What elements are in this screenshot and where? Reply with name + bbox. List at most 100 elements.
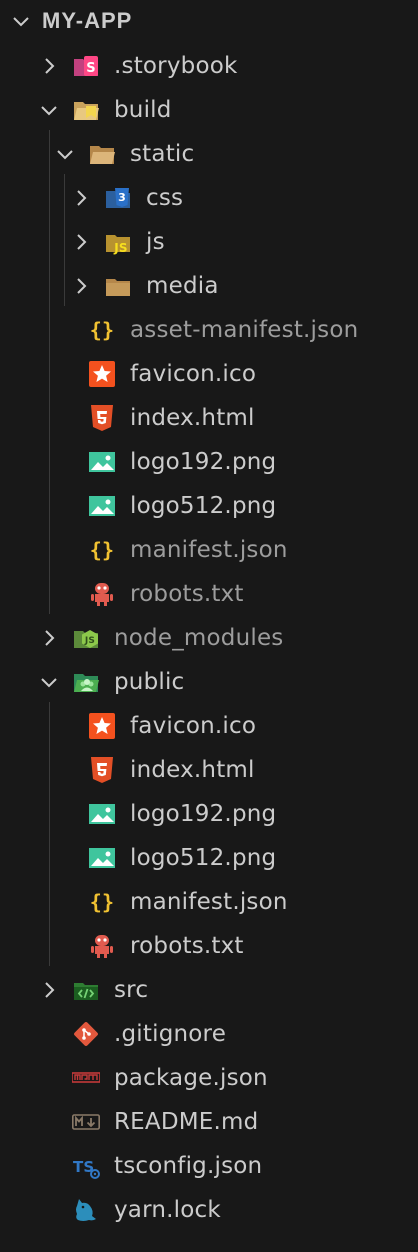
- tree-item-label: .gitignore: [114, 1021, 227, 1047]
- npm-icon: [72, 1064, 100, 1092]
- tree-item-label: src: [114, 977, 149, 1003]
- tree-item-public-logo512-file[interactable]: logo512.png: [0, 836, 418, 880]
- favicon-star-icon: [88, 712, 116, 740]
- src-folder-icon: [72, 976, 100, 1004]
- chevron-right-icon[interactable]: [36, 977, 62, 1003]
- explorer-root-header[interactable]: MY-APP: [0, 0, 418, 44]
- yarn-icon: [72, 1196, 100, 1224]
- chevron-right-icon[interactable]: [68, 185, 94, 211]
- tree-item-label: build: [114, 97, 172, 123]
- chevron-down-icon[interactable]: [36, 97, 62, 123]
- tree-item-public-logo192-file[interactable]: logo192.png: [0, 792, 418, 836]
- node-folder-icon: JS: [72, 624, 100, 652]
- tree-item-label: media: [146, 273, 219, 299]
- markdown-icon: [72, 1108, 100, 1136]
- json-braces-icon: {}: [88, 888, 116, 916]
- tree-item-label: js: [146, 229, 165, 255]
- tree-item-src-folder[interactable]: src: [0, 968, 418, 1012]
- tree-item-label: logo192.png: [130, 801, 277, 827]
- image-icon: [88, 448, 116, 476]
- image-icon: [88, 800, 116, 828]
- image-icon: [88, 492, 116, 520]
- tree-item-label: static: [130, 141, 195, 167]
- root-folder-title: MY-APP: [42, 8, 133, 33]
- folder-icon: [104, 272, 132, 300]
- svg-text:JS: JS: [113, 241, 128, 255]
- tree-item-tsconfig-file[interactable]: TS tsconfig.json: [0, 1144, 418, 1188]
- json-braces-icon: {}: [88, 316, 116, 344]
- tree-item-public-manifest-file[interactable]: {} manifest.json: [0, 880, 418, 924]
- build-folder-open-icon: [72, 96, 100, 124]
- tree-item-label: yarn.lock: [114, 1197, 221, 1223]
- tree-item-build-folder[interactable]: build: [0, 88, 418, 132]
- tree-item-css-folder[interactable]: 3 css: [0, 176, 418, 220]
- robot-icon: [88, 932, 116, 960]
- tree-item-media-folder[interactable]: media: [0, 264, 418, 308]
- tree-item-label: logo512.png: [130, 493, 277, 519]
- tree-item-label: manifest.json: [130, 889, 288, 915]
- tree-item-gitignore-file[interactable]: .gitignore: [0, 1012, 418, 1056]
- tree-item-label: README.md: [114, 1109, 259, 1135]
- svg-text:JS: JS: [84, 636, 95, 646]
- chevron-down-icon[interactable]: [36, 669, 62, 695]
- tree-item-label: favicon.ico: [130, 361, 257, 387]
- tree-item-label: logo512.png: [130, 845, 277, 871]
- tree-item-storybook-folder[interactable]: S .storybook: [0, 44, 418, 88]
- tree-item-label: public: [114, 669, 185, 695]
- image-icon: [88, 844, 116, 872]
- svg-text:3: 3: [118, 191, 126, 204]
- tree-item-asset-manifest-file[interactable]: {} asset-manifest.json: [0, 308, 418, 352]
- tree-item-label: .storybook: [114, 53, 238, 79]
- svg-text:{}: {}: [90, 890, 114, 914]
- tree-item-build-logo512-file[interactable]: logo512.png: [0, 484, 418, 528]
- tree-item-build-index-file[interactable]: index.html: [0, 396, 418, 440]
- tree-item-label: tsconfig.json: [114, 1153, 263, 1179]
- js-folder-icon: JS: [104, 228, 132, 256]
- tree-item-yarn-lock-file[interactable]: yarn.lock: [0, 1188, 418, 1232]
- svg-text:{}: {}: [90, 538, 114, 562]
- html5-icon: [88, 404, 116, 432]
- tree-item-build-favicon-file[interactable]: favicon.ico: [0, 352, 418, 396]
- robot-icon: [88, 580, 116, 608]
- git-icon: [72, 1020, 100, 1048]
- tree-item-label: package.json: [114, 1065, 268, 1091]
- chevron-right-icon[interactable]: [68, 229, 94, 255]
- tree-item-public-index-file[interactable]: index.html: [0, 748, 418, 792]
- tree-item-build-robots-file[interactable]: robots.txt: [0, 572, 418, 616]
- file-explorer: MY-APP S .storybook build static 3 css J…: [0, 0, 418, 1252]
- tree-item-label: manifest.json: [130, 537, 288, 563]
- tree-item-build-manifest-file[interactable]: {} manifest.json: [0, 528, 418, 572]
- tree-item-label: favicon.ico: [130, 713, 257, 739]
- html5-icon: [88, 756, 116, 784]
- tree-item-label: asset-manifest.json: [130, 317, 359, 343]
- tree-item-label: logo192.png: [130, 449, 277, 475]
- favicon-star-icon: [88, 360, 116, 388]
- tree-item-public-favicon-file[interactable]: favicon.ico: [0, 704, 418, 748]
- tree-item-node-modules-folder[interactable]: JS node_modules: [0, 616, 418, 660]
- tree-item-public-folder[interactable]: public: [0, 660, 418, 704]
- tree-item-label: css: [146, 185, 184, 211]
- public-folder-open-icon: [72, 668, 100, 696]
- tree-item-label: index.html: [130, 757, 255, 783]
- tree-item-js-folder[interactable]: JS js: [0, 220, 418, 264]
- svg-text:{}: {}: [90, 318, 114, 342]
- tree-item-label: robots.txt: [130, 581, 244, 607]
- tree-item-package-json-file[interactable]: package.json: [0, 1056, 418, 1100]
- chevron-down-icon[interactable]: [8, 8, 34, 34]
- tree-item-static-folder[interactable]: static: [0, 132, 418, 176]
- css-folder-icon: 3: [104, 184, 132, 212]
- chevron-right-icon[interactable]: [36, 625, 62, 651]
- tree-item-public-robots-file[interactable]: robots.txt: [0, 924, 418, 968]
- storybook-folder-icon: S: [72, 52, 100, 80]
- chevron-right-icon[interactable]: [68, 273, 94, 299]
- chevron-down-icon[interactable]: [52, 141, 78, 167]
- tree-item-build-logo192-file[interactable]: logo192.png: [0, 440, 418, 484]
- tree-item-label: robots.txt: [130, 933, 244, 959]
- tree-item-readme-file[interactable]: README.md: [0, 1100, 418, 1144]
- tree-item-label: index.html: [130, 405, 255, 431]
- chevron-right-icon[interactable]: [36, 53, 62, 79]
- json-braces-icon: {}: [88, 536, 116, 564]
- folder-open-icon: [88, 140, 116, 168]
- svg-text:S: S: [86, 61, 96, 76]
- typescript-icon: TS: [72, 1152, 100, 1180]
